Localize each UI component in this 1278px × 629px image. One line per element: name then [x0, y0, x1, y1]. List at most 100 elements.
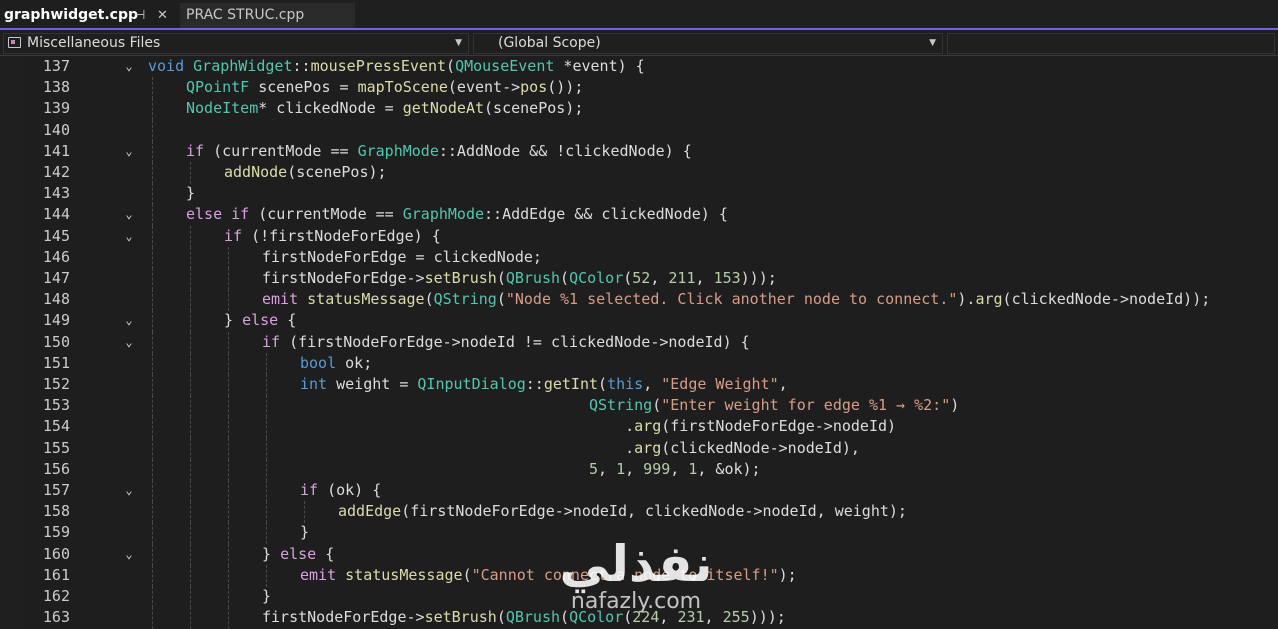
indent-guide	[190, 607, 191, 629]
indent-guide	[152, 543, 153, 566]
pin-icon[interactable]: ⊣	[134, 3, 145, 28]
scope-dropdown[interactable]: (Global Scope) ▼	[473, 33, 943, 54]
code-token: "Edge Weight"	[661, 375, 779, 393]
indent-guide	[152, 162, 153, 184]
indent-guide	[228, 246, 229, 269]
code-token: ::AddNode && !clickedNode) {	[438, 141, 692, 160]
line-number: 149	[42, 311, 70, 330]
line-number: 143	[42, 184, 70, 203]
code-text: NodeItem* clickedNode = getNodeAt(sceneP…	[186, 98, 583, 119]
code-token: addEdge	[338, 502, 402, 521]
tab-graphwidget-cpp[interactable]: graphwidget.cpp ⊣ ✕	[0, 3, 178, 28]
line-number: 161	[42, 565, 70, 584]
code-token: QString	[433, 290, 497, 309]
code-line[interactable]: 137 ⌄ void GraphWidget::mousePressEvent(QM…	[0, 56, 1278, 77]
indent-guide	[190, 225, 191, 248]
code-token: firstNodeForEdge = clickedNode;	[262, 247, 542, 266]
code-line[interactable]: 147 firstNodeForEdge->setBrush(QBrush(QCo…	[0, 268, 1278, 290]
tab-prac-struc-cpp[interactable]: PRAC STRUC.cpp	[180, 3, 355, 28]
code-text: 5, 1, 999, 1, &ok);	[300, 459, 761, 480]
close-icon[interactable]: ✕	[157, 3, 168, 28]
code-token: 211	[668, 269, 696, 287]
line-number: 157	[42, 481, 70, 499]
fold-chevron-icon[interactable]: ⌄	[122, 141, 136, 162]
code-token: (event->	[447, 78, 521, 97]
fold-chevron-icon[interactable]: ⌄	[122, 480, 136, 501]
code-line[interactable]: 150 ⌄ if (firstNodeForEdge->nodeId != clic…	[0, 331, 1278, 354]
indent-guide	[190, 586, 191, 608]
code-token: ,	[778, 375, 788, 393]
code-token: ());	[547, 78, 584, 97]
code-line[interactable]: 149 ⌄} else {	[0, 310, 1278, 333]
code-token: ::AddEdge && clickedNode) {	[484, 205, 728, 224]
indent-guide	[190, 268, 191, 290]
code-line[interactable]: 139 NodeItem* clickedNode = getNodeAt(sce…	[0, 98, 1278, 121]
code-line[interactable]: 143}	[0, 183, 1278, 206]
code-line[interactable]: 140	[0, 119, 1278, 142]
fold-chevron-icon[interactable]: ⌄	[122, 310, 136, 331]
fold-chevron-icon[interactable]: ⌄	[122, 544, 136, 565]
code-text: if (firstNodeForEdge->nodeId != clickedN…	[262, 332, 750, 353]
code-line[interactable]: 152 int weight = QInputDialog::getInt(thi…	[0, 374, 1278, 396]
code-text: emit statusMessage("Cannot connect a nod…	[300, 565, 797, 586]
indent-guide	[152, 416, 153, 439]
code-token: ::	[525, 375, 544, 393]
code-line[interactable]: 157 ⌄ if (ok) {	[0, 480, 1278, 502]
code-token: (	[496, 290, 506, 309]
line-number: 154	[42, 417, 70, 436]
code-token: setBrush	[424, 608, 497, 627]
code-line[interactable]: 144 ⌄ else if (currentMode == GraphMode::A…	[0, 204, 1278, 227]
indent-guide	[190, 310, 191, 333]
indent-guide	[190, 246, 191, 269]
indent-guide	[190, 331, 191, 354]
code-line[interactable]: 159}	[0, 522, 1278, 545]
tab-label: graphwidget.cpp	[4, 7, 138, 23]
indent-guide	[228, 480, 229, 502]
code-line[interactable]: 153 QString("Enter weight for edge %1 → …	[0, 395, 1278, 418]
code-token: .	[300, 417, 635, 436]
code-line[interactable]: 160 ⌄} else {	[0, 543, 1278, 566]
line-number: 153	[42, 396, 70, 415]
code-line[interactable]: 141 ⌄ if (currentMode == GraphMode::AddNod…	[0, 140, 1278, 163]
fold-chevron-icon[interactable]: ⌄	[122, 226, 136, 247]
line-number: 140	[42, 120, 70, 139]
code-text: firstNodeForEdge->setBrush(QBrush(QColor…	[262, 268, 777, 289]
code-line[interactable]: 161 emit statusMessage("Cannot connect a …	[0, 564, 1278, 587]
code-editor[interactable]: 137 ⌄ void GraphWidget::mousePressEvent(QM…	[0, 56, 1278, 629]
line-number: 151	[42, 353, 70, 372]
indent-guide	[190, 416, 191, 439]
project-dropdown[interactable]: Miscellaneous Files ▼	[3, 33, 469, 54]
indent-guide	[152, 119, 153, 142]
code-text: else if (currentMode == GraphMode::AddEd…	[186, 204, 728, 225]
code-token: if	[186, 141, 205, 160]
indent-guide	[190, 458, 191, 481]
fold-chevron-icon[interactable]: ⌄	[122, 204, 136, 225]
code-line[interactable]: 151 bool ok;	[0, 352, 1278, 375]
code-text: firstNodeForEdge->setBrush(QBrush(QColor…	[262, 607, 786, 628]
code-line[interactable]: 158 addEdge(firstNodeForEdge->nodeId, cli…	[0, 501, 1278, 524]
code-line[interactable]: 155 .arg(clickedNode->nodeId),	[0, 437, 1278, 460]
fold-chevron-icon[interactable]: ⌄	[122, 56, 136, 77]
indent-guide	[152, 480, 153, 502]
code-line[interactable]: 148 emit statusMessage(QString("Node %1 s…	[0, 289, 1278, 312]
line-number: 146	[42, 247, 70, 266]
code-token: {	[278, 311, 297, 330]
code-line[interactable]: 162}	[0, 586, 1278, 608]
code-line[interactable]: 156 5, 1, 999, 1, &ok);	[0, 458, 1278, 481]
code-token: statusMessage	[307, 290, 425, 309]
code-token: QInputDialog	[417, 375, 526, 393]
code-line[interactable]: 138 QPointF scenePos = mapToScene(event->…	[0, 77, 1278, 100]
code-line[interactable]: 154 .arg(firstNodeForEdge->nodeId)	[0, 416, 1278, 439]
code-token: 1	[616, 459, 626, 478]
project-dropdown-value: Miscellaneous Files	[27, 35, 161, 51]
fold-chevron-icon[interactable]: ⌄	[122, 332, 136, 353]
code-line[interactable]: 145 ⌄ if (!firstNodeForEdge) {	[0, 225, 1278, 248]
indent-guide	[228, 395, 229, 418]
code-line[interactable]: 146 firstNodeForEdge = clickedNode;	[0, 246, 1278, 269]
member-dropdown[interactable]	[947, 33, 1275, 54]
indent-guide	[152, 458, 153, 481]
code-line[interactable]: 163 firstNodeForEdge->setBrush(QBrush(QCo…	[0, 607, 1278, 629]
code-line[interactable]: 142 addNode(scenePos);	[0, 162, 1278, 184]
